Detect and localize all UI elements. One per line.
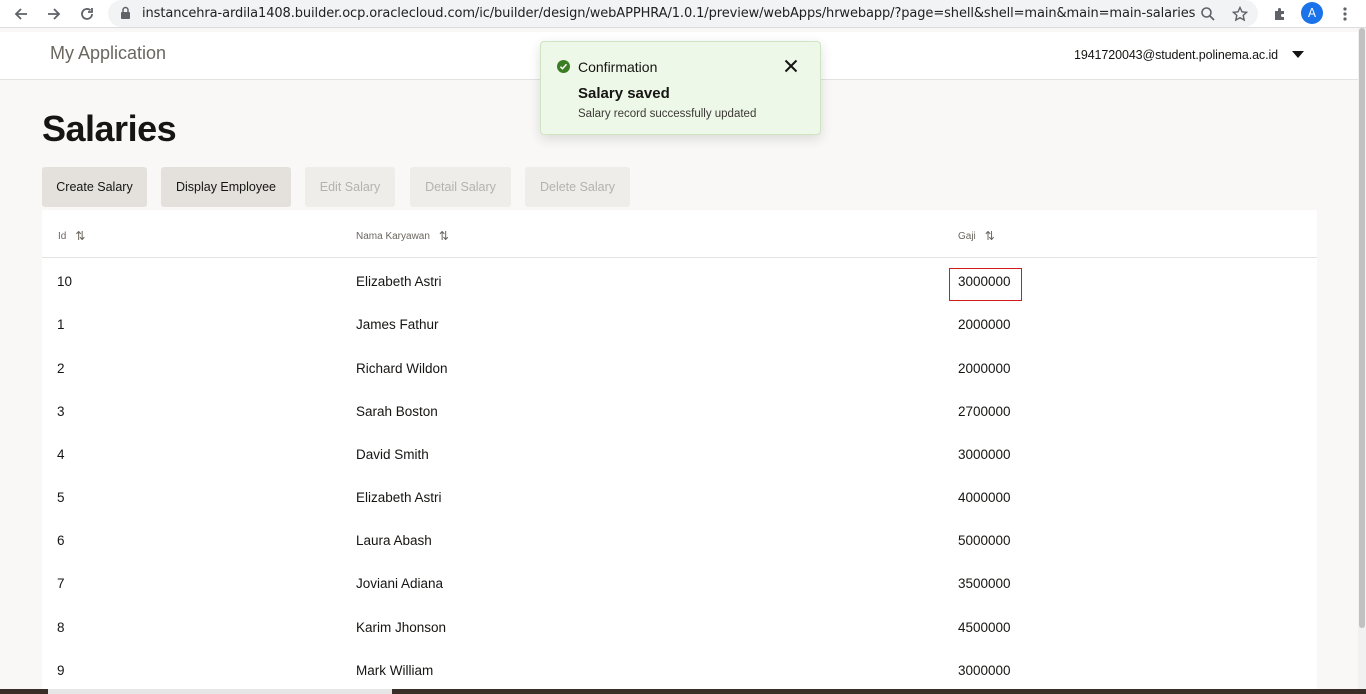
column-header-label: Nama Karyawan — [356, 230, 430, 242]
cell-id: 3 — [57, 404, 65, 419]
create-salary-button[interactable]: Create Salary — [42, 167, 147, 207]
cell-nama: Mark William — [356, 663, 434, 678]
column-header-nama-karyawan[interactable]: Nama Karyawan ⇅ — [356, 229, 449, 243]
scrollbar-thumb[interactable] — [1359, 28, 1365, 628]
cell-gaji: 3000000 — [958, 447, 1011, 462]
toast-summary: Salary saved — [578, 85, 670, 102]
page-title: Salaries — [42, 108, 177, 149]
table-row[interactable]: 6 Laura Abash 5000000 — [42, 525, 1317, 568]
bookmark-star-icon[interactable] — [1230, 4, 1250, 24]
cell-id: 6 — [57, 533, 65, 548]
column-header-label: Gaji — [958, 230, 976, 242]
close-icon[interactable] — [781, 56, 801, 76]
toast-detail: Salary record successfully updated — [578, 108, 757, 120]
cell-nama: James Fathur — [356, 317, 439, 332]
toast-category: Confirmation — [578, 59, 658, 75]
cell-id: 8 — [57, 620, 65, 635]
lock-icon — [120, 6, 131, 25]
vertical-scrollbar[interactable] — [1358, 28, 1366, 694]
cell-gaji: 2000000 — [958, 317, 1011, 332]
table-row[interactable]: 7 Joviani Adiana 3500000 — [42, 568, 1317, 611]
cell-gaji[interactable]: 3000000 — [958, 274, 1011, 289]
cell-id: 10 — [57, 274, 73, 289]
confirmation-toast: Confirmation Salary saved Salary record … — [540, 41, 821, 135]
table-header: Id ⇅ Nama Karyawan ⇅ Gaji ⇅ — [42, 210, 1317, 258]
cell-nama: Richard Wildon — [356, 361, 448, 376]
display-employee-button[interactable]: Display Employee — [161, 167, 291, 207]
caret-down-icon[interactable] — [1292, 51, 1304, 58]
table-row[interactable]: 5 Elizabeth Astri 4000000 — [42, 482, 1317, 525]
sort-icon[interactable]: ⇅ — [439, 229, 449, 243]
reload-icon[interactable] — [76, 3, 98, 25]
column-header-id[interactable]: Id ⇅ — [58, 229, 85, 243]
cell-id: 2 — [57, 361, 65, 376]
sort-icon[interactable]: ⇅ — [75, 229, 85, 243]
browser-menu-icon[interactable] — [1334, 3, 1356, 25]
cell-nama: Elizabeth Astri — [356, 490, 442, 505]
cell-id: 5 — [57, 490, 65, 505]
table-row[interactable]: 3 Sarah Boston 2700000 — [42, 396, 1317, 439]
cell-gaji: 2700000 — [958, 404, 1011, 419]
cell-gaji: 2000000 — [958, 361, 1011, 376]
horizontal-scrollbar-thumb[interactable] — [48, 689, 392, 694]
cell-nama: Elizabeth Astri — [356, 274, 442, 289]
table-row[interactable]: 1 James Fathur 2000000 — [42, 309, 1317, 352]
profile-avatar[interactable]: A — [1301, 2, 1323, 24]
taskbar-strip — [0, 689, 1366, 694]
browser-toolbar: instancehra-ardila1408.builder.ocp.oracl… — [0, 0, 1366, 28]
cell-nama: David Smith — [356, 447, 429, 462]
table-row[interactable]: 4 David Smith 3000000 — [42, 439, 1317, 482]
cell-nama: Karim Jhonson — [356, 620, 447, 635]
back-icon[interactable] — [10, 3, 32, 25]
sort-icon[interactable]: ⇅ — [985, 229, 995, 243]
column-header-label: Id — [58, 230, 67, 242]
delete-salary-button[interactable]: Delete Salary — [525, 167, 630, 207]
table-row[interactable]: 8 Karim Jhonson 4500000 — [42, 612, 1317, 655]
zoom-icon[interactable] — [1198, 4, 1218, 24]
table-row[interactable]: 2 Richard Wildon 2000000 — [42, 353, 1317, 396]
cell-nama: Laura Abash — [356, 533, 432, 548]
column-header-gaji[interactable]: Gaji ⇅ — [958, 229, 995, 243]
cell-id: 4 — [57, 447, 65, 462]
cell-gaji: 5000000 — [958, 533, 1011, 548]
app-title: My Application — [50, 43, 167, 63]
salaries-table: Id ⇅ Nama Karyawan ⇅ Gaji ⇅ 10 Elizabeth… — [42, 210, 1317, 694]
address-bar[interactable]: instancehra-ardila1408.builder.ocp.oracl… — [108, 0, 1258, 27]
table-row[interactable]: 10 Elizabeth Astri 3000000 — [42, 266, 1317, 309]
forward-icon[interactable] — [43, 3, 65, 25]
cell-nama: Joviani Adiana — [356, 576, 444, 591]
user-menu-email[interactable]: 1941720043@student.polinema.ac.id — [1074, 48, 1278, 62]
edit-salary-button[interactable]: Edit Salary — [305, 167, 395, 207]
cell-gaji: 3000000 — [958, 663, 1011, 678]
cell-id: 7 — [57, 576, 65, 591]
url-text[interactable]: instancehra-ardila1408.builder.ocp.oracl… — [142, 6, 1195, 21]
cell-nama: Sarah Boston — [356, 404, 438, 419]
detail-salary-button[interactable]: Detail Salary — [410, 167, 511, 207]
extensions-icon[interactable] — [1269, 3, 1291, 25]
cell-gaji: 3500000 — [958, 576, 1011, 591]
cell-id: 1 — [57, 317, 65, 332]
cell-id: 9 — [57, 663, 65, 678]
cell-gaji: 4000000 — [958, 490, 1011, 505]
check-circle-icon — [557, 60, 570, 73]
cell-gaji: 4500000 — [958, 620, 1011, 635]
